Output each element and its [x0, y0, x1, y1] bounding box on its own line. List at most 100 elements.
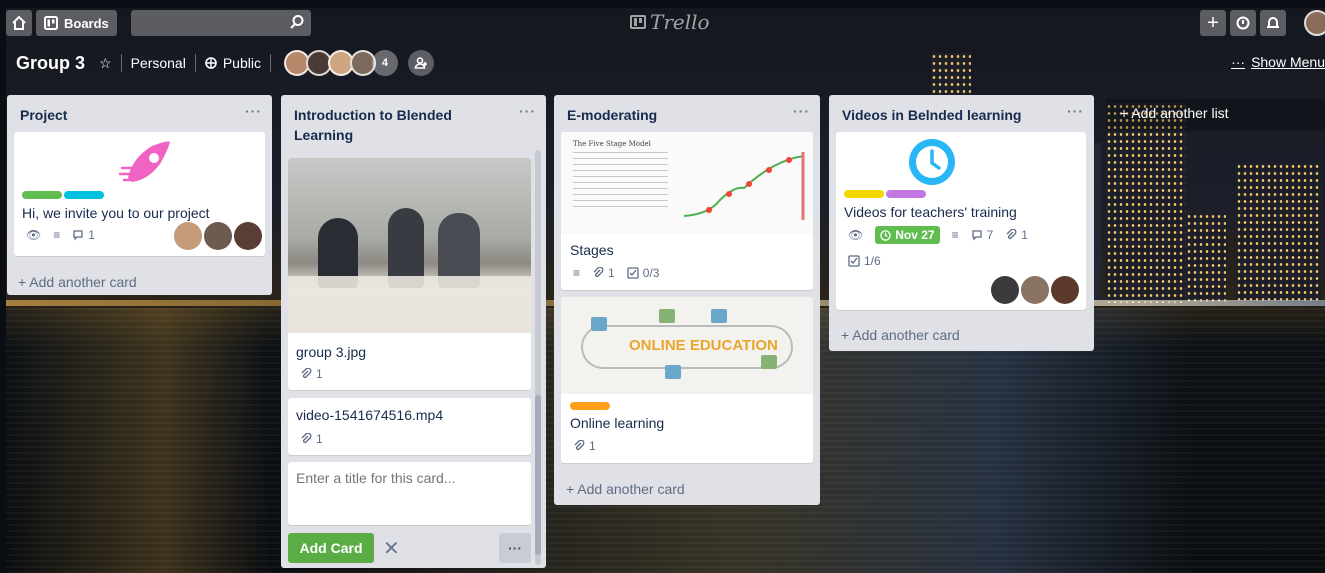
- card[interactable]: video-1541674516.mp4 1: [288, 398, 531, 455]
- card-cover-photo: [288, 158, 531, 333]
- trello-logo-icon: [630, 15, 646, 29]
- boards-icon: [44, 16, 58, 30]
- paperclip-icon: [301, 433, 312, 444]
- logo-text: Trello: [650, 10, 710, 34]
- paperclip-icon: [574, 440, 585, 451]
- list-menu-icon[interactable]: ···: [1067, 103, 1084, 119]
- checklist-count: 0/3: [642, 266, 660, 280]
- attachment-badge: 1: [573, 439, 596, 453]
- comment-count: 1: [88, 228, 95, 242]
- home-button[interactable]: [6, 10, 32, 36]
- card-label-purple: [886, 190, 926, 198]
- watch-icon: 👁︎: [848, 228, 864, 242]
- list-scrollbar[interactable]: [535, 150, 541, 565]
- attachment-count: 1: [589, 439, 596, 453]
- checkbox-icon: [627, 267, 639, 279]
- card[interactable]: The Five Stage Model Stages ≡ 1 0/3: [561, 132, 813, 290]
- list-menu-icon[interactable]: ···: [793, 103, 810, 119]
- comment-badge: 1: [72, 228, 95, 242]
- cover-heading: ONLINE EDUCATION: [629, 337, 778, 354]
- attachment-count: 1: [316, 432, 323, 446]
- divider: [194, 54, 196, 72]
- cover-heading: The Five Stage Model: [573, 140, 651, 148]
- card[interactable]: Hi, we invite you to our project 👁︎ ≡ 1: [14, 132, 265, 256]
- visibility-label: Public: [222, 55, 261, 71]
- attachment-badge: 1: [300, 432, 323, 446]
- list-title[interactable]: Videos in Belnded learning: [829, 95, 1094, 125]
- card-label-orange: [570, 402, 610, 410]
- list-title[interactable]: E-moderating: [554, 95, 820, 125]
- create-button[interactable]: +: [1200, 10, 1226, 36]
- member-avatar[interactable]: [991, 276, 1019, 304]
- card-composer: [288, 462, 531, 525]
- board-title[interactable]: Group 3: [16, 53, 85, 74]
- card[interactable]: Videos for teachers' training 👁︎ Nov 27 …: [836, 132, 1086, 310]
- list-menu-icon[interactable]: ···: [519, 103, 536, 119]
- card-title: video-1541674516.mp4: [296, 407, 444, 423]
- add-card-submit-button[interactable]: Add Card: [288, 533, 374, 563]
- team-personal-button[interactable]: Personal: [131, 55, 186, 71]
- comment-badge: 7: [971, 228, 994, 242]
- card-badges: 1: [300, 432, 331, 446]
- trello-logo[interactable]: Trello: [630, 10, 710, 34]
- watch-icon: 👁︎: [26, 228, 42, 242]
- card-title: Hi, we invite you to our project: [22, 205, 210, 221]
- divider: [120, 54, 122, 72]
- card-title: Stages: [570, 242, 614, 258]
- card-badges: 👁︎ Nov 27 ≡ 7 1: [848, 226, 1036, 244]
- star-icon[interactable]: ☆: [99, 55, 112, 72]
- search-input[interactable]: [131, 10, 311, 36]
- member-avatar[interactable]: [174, 222, 202, 250]
- close-composer-icon[interactable]: ✕: [383, 536, 400, 561]
- card[interactable]: ONLINE EDUCATION Online learning 1: [561, 297, 813, 463]
- personal-label: Personal: [130, 55, 186, 71]
- scrollbar-thumb[interactable]: [535, 395, 541, 555]
- add-list-label: + Add another list: [1120, 105, 1229, 121]
- member-count-badge[interactable]: 4: [371, 50, 398, 76]
- comment-icon: [971, 230, 982, 241]
- info-button[interactable]: [1230, 10, 1256, 36]
- composer-options-button[interactable]: ···: [499, 533, 531, 563]
- add-card-button[interactable]: + Add another card: [566, 481, 685, 497]
- add-member-icon: [414, 57, 427, 69]
- card-badges: ≡ 1 0/3: [573, 266, 667, 280]
- checklist-count: 1/6: [864, 254, 881, 268]
- attachment-badge: 1: [300, 367, 323, 381]
- boards-button[interactable]: Boards: [36, 10, 117, 36]
- show-menu-label: Show Menu: [1251, 54, 1325, 70]
- member-avatar[interactable]: [1021, 276, 1049, 304]
- add-card-button[interactable]: + Add another card: [841, 327, 960, 343]
- checklist-badge: 0/3: [627, 266, 660, 280]
- list-menu-icon[interactable]: ···: [245, 103, 262, 119]
- card-label-yellow: [844, 190, 884, 198]
- member-avatar[interactable]: [1051, 276, 1079, 304]
- info-icon: [1236, 16, 1250, 30]
- card-title-input[interactable]: [288, 462, 531, 525]
- globe-icon: [205, 57, 217, 69]
- member-avatar[interactable]: [234, 222, 262, 250]
- member-avatar[interactable]: [204, 222, 232, 250]
- add-list-button[interactable]: + Add another list: [1106, 99, 1325, 131]
- invite-button[interactable]: [407, 50, 434, 76]
- rocket-icon: [118, 141, 170, 182]
- comment-count: 7: [986, 228, 994, 242]
- notifications-button[interactable]: [1260, 10, 1286, 36]
- checklist-badge: 1/6: [848, 254, 881, 268]
- attachment-count: 1: [1021, 228, 1028, 242]
- home-icon: [12, 16, 26, 30]
- add-card-button[interactable]: + Add another card: [18, 274, 137, 290]
- visibility-button[interactable]: Public: [205, 55, 261, 71]
- list-e-moderating: E-moderating ··· The Five Stage Model St…: [554, 95, 820, 505]
- card-badges: 1: [573, 439, 604, 453]
- list-title[interactable]: Project: [7, 95, 272, 125]
- card[interactable]: group 3.jpg 1: [288, 158, 531, 390]
- clock-icon: [909, 139, 955, 185]
- paperclip-icon: [301, 368, 312, 379]
- list-title[interactable]: Introduction to Blended Learning: [281, 95, 491, 145]
- due-date-badge[interactable]: Nov 27: [875, 226, 940, 244]
- card-members: [174, 222, 262, 250]
- attachment-count: 1: [608, 266, 615, 280]
- show-menu-button[interactable]: ··· Show Menu: [1231, 54, 1325, 70]
- comment-icon: [73, 230, 83, 241]
- user-avatar[interactable]: [1304, 10, 1325, 36]
